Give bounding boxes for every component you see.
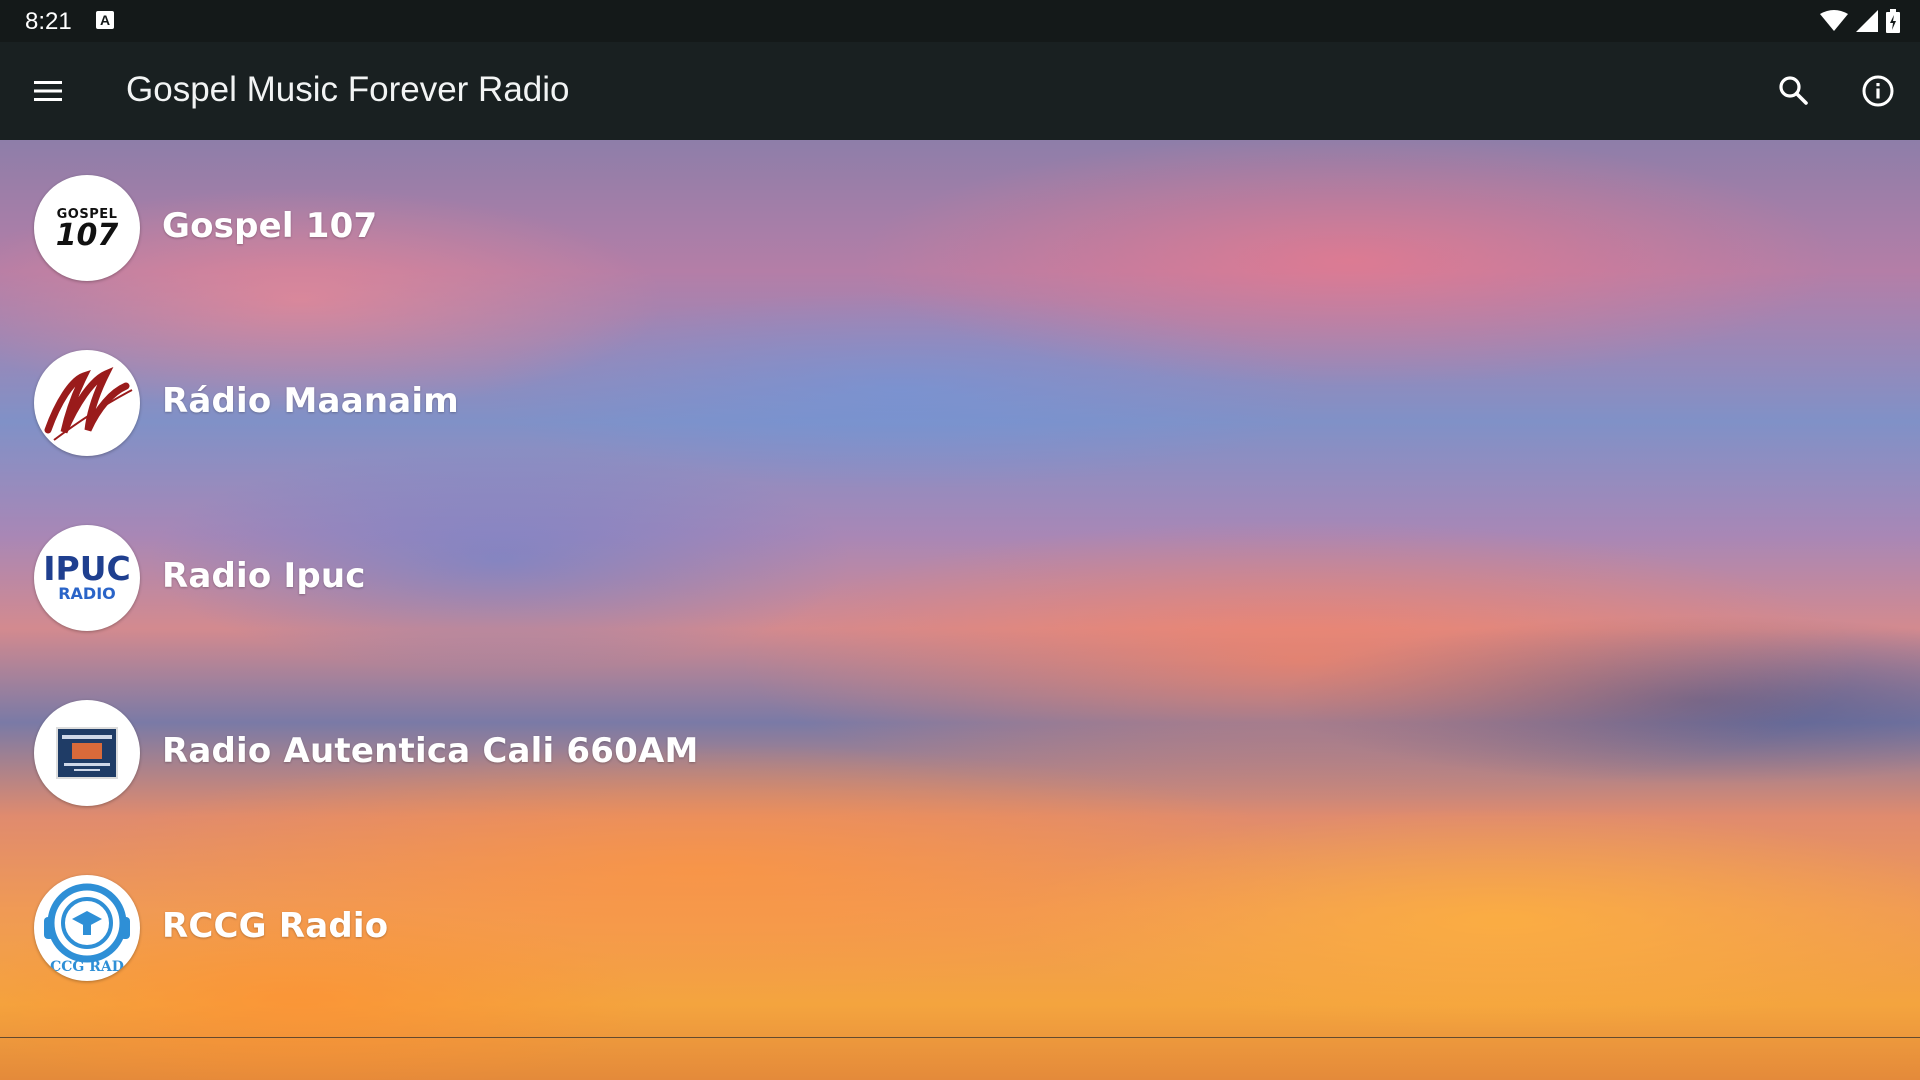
radio-maanaim-logo [34,350,140,456]
menu-icon [34,81,62,101]
list-item[interactable]: Rádio Maanaim [0,315,1920,490]
list-item[interactable]: CCG RAD RCCG Radio [0,840,1920,1015]
station-name: Gospel 107 [162,206,378,246]
station-name: Radio Ipuc [162,556,366,596]
list-item[interactable]: Radio Autentica Cali 660AM [0,665,1920,840]
station-list: GOSPEL 107 Gospel 107 Rádio Maanaim IPUC… [0,140,1920,1080]
maanaim-m-icon [44,367,133,441]
status-time: 8:21 [25,8,72,35]
info-button[interactable] [1858,71,1898,111]
headphones-icon: CCG RAD [44,883,130,975]
notification-a-icon: A [96,11,114,29]
divider [0,1037,1920,1038]
radio-autentica-logo [34,700,140,806]
app-bar: Gospel Music Forever Radio [0,42,1920,140]
menu-button[interactable] [30,73,66,109]
status-bar: 8:21 A [0,0,1920,42]
app-title: Gospel Music Forever Radio [126,70,570,109]
gospel-107-logo: GOSPEL 107 [34,175,140,281]
logo-text: IPUC [43,548,131,588]
rccg-radio-logo: CCG RAD [34,875,140,981]
station-name: Radio Autentica Cali 660AM [162,731,699,771]
autentica-image [56,727,118,779]
wifi-icon [1820,10,1848,31]
list-item[interactable]: GOSPEL 107 Gospel 107 [0,140,1920,315]
search-icon [1779,76,1808,105]
list-item[interactable]: IPUC RADIO Radio Ipuc [0,490,1920,665]
signal-icon [1856,10,1878,32]
logo-text: CCG RAD [50,959,124,975]
station-name: RCCG Radio [162,906,389,946]
logo-text: 107 [55,217,119,253]
status-icons [1820,8,1900,34]
info-icon [1862,75,1894,107]
station-name: Rádio Maanaim [162,381,459,421]
search-button[interactable] [1774,71,1814,111]
radio-ipuc-logo: IPUC RADIO [34,525,140,631]
battery-charging-icon [1886,9,1900,33]
